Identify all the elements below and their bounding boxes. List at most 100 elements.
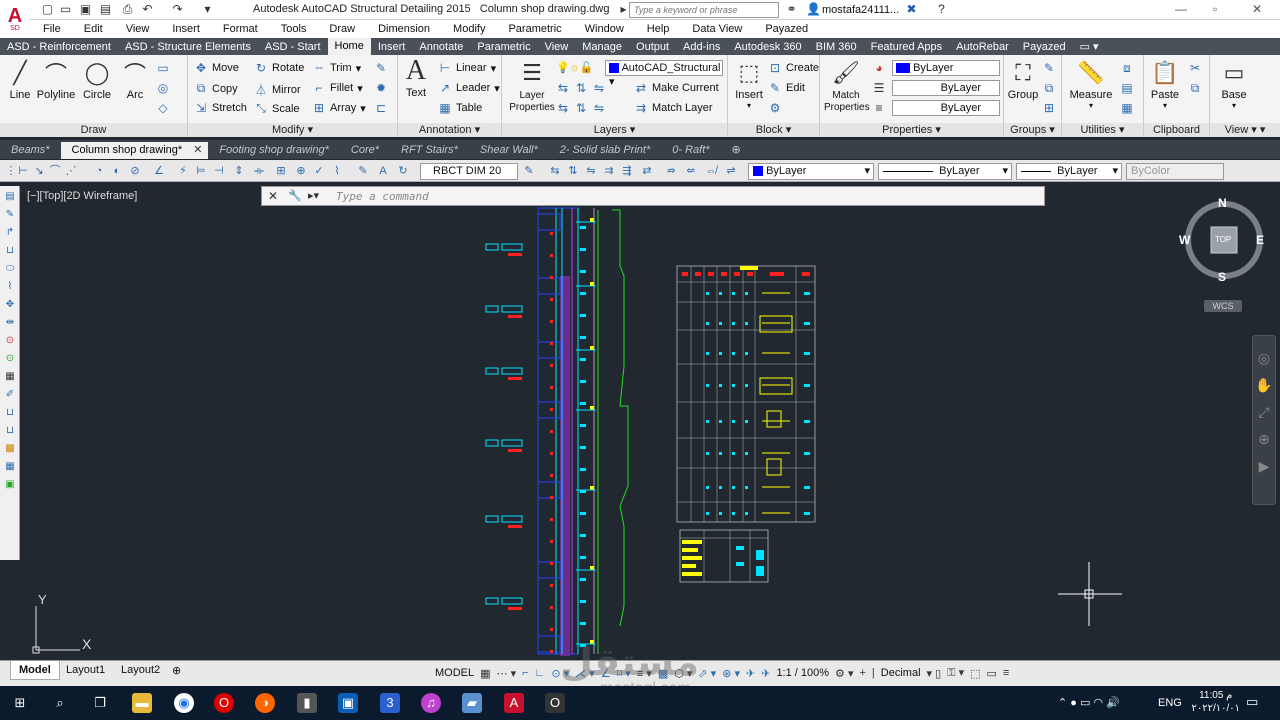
ribbon-tab-featured-apps[interactable]: Featured Apps — [864, 41, 950, 53]
steering-wheel-icon[interactable]: ◎ — [1253, 350, 1275, 367]
app-folder-icon[interactable]: ▰ — [462, 693, 482, 713]
undo-icon[interactable]: ↶ — [140, 2, 155, 17]
help-icon[interactable]: ? — [934, 2, 949, 17]
dim-ordinate-icon[interactable]: ⋰ — [64, 164, 78, 178]
user-icon[interactable]: 👤 — [806, 2, 821, 17]
ribbon-tab-manage[interactable]: Manage — [575, 41, 629, 53]
ribbon-tab-autorebar[interactable]: AutoRebar — [949, 41, 1016, 53]
menu-payazed[interactable]: Payazed — [752, 23, 818, 35]
copy-clip-icon[interactable]: ⧉ — [1188, 81, 1202, 96]
grid-icon[interactable]: ▦ — [480, 667, 490, 680]
dim-aligned-icon[interactable]: ↘ — [32, 164, 46, 178]
calculator-icon[interactable]: ▤ — [1120, 81, 1134, 95]
base-button[interactable]: ▭ Base ▾ — [1216, 59, 1252, 110]
color-dropdown[interactable]: ByLayer — [892, 60, 1000, 76]
clock[interactable]: 11:05 م ٢٠٢٢/١٠/٠١ — [1191, 689, 1240, 715]
explode-tool[interactable]: ✹ — [374, 81, 388, 95]
match-layer-button[interactable]: ⇉ Match Layer — [634, 101, 713, 115]
dimstyle-manager-icon[interactable]: ✎ — [522, 164, 536, 178]
wcs-menu[interactable]: WCS — [1204, 300, 1242, 312]
new-icon[interactable]: ▢ — [40, 2, 55, 17]
layer-tool-1-icon[interactable]: ⇆ — [548, 164, 562, 178]
layer-tool-9-icon[interactable]: ⇎ — [704, 164, 718, 178]
menu-help[interactable]: Help — [634, 23, 680, 35]
compass-east[interactable]: E — [1256, 233, 1264, 247]
annotation-scale[interactable]: 1:1 / 100% — [776, 667, 829, 679]
insert-block-button[interactable]: ⬚ Insert ▾ — [732, 59, 766, 110]
open-icon[interactable]: ▭ — [58, 2, 73, 17]
menu-parametric[interactable]: Parametric — [495, 23, 571, 35]
erase-tool[interactable]: ✎ — [374, 61, 388, 75]
opera-icon[interactable]: O — [214, 693, 234, 713]
ribbon-tab-annotate[interactable]: Annotate — [412, 41, 470, 53]
tool-15-icon[interactable]: ▩ — [3, 442, 17, 456]
search-icon[interactable]: ⌕ — [50, 693, 70, 713]
linetype-icon[interactable]: ☰ — [872, 81, 886, 95]
doc-tab[interactable]: RFT Stairs* — [390, 142, 469, 159]
plot-icon[interactable]: ⎙ — [120, 2, 135, 17]
chrome-icon[interactable]: ◉ — [174, 693, 194, 713]
isolate-objects-icon[interactable]: ⬚ — [970, 667, 980, 680]
color-wheel-icon[interactable]: ◕ — [872, 61, 886, 75]
ribbon-tab-bim-360[interactable]: BIM 360 — [809, 41, 864, 53]
tool-7-icon[interactable]: ✥ — [3, 298, 17, 312]
infer-icon[interactable]: ⌐ — [522, 667, 528, 679]
compass-north[interactable]: N — [1218, 196, 1227, 210]
menu-data-view[interactable]: Data View — [679, 23, 752, 35]
group-edit-icon[interactable]: ⧉ — [1042, 81, 1056, 96]
exchange-icon[interactable]: ✖ — [904, 2, 919, 17]
block-panel-label[interactable]: Block ▾ — [728, 123, 819, 137]
add-layout-icon[interactable]: ⊕ — [172, 664, 181, 677]
tool-3-icon[interactable]: ↱ — [3, 226, 17, 240]
dim-text-edit-icon[interactable]: A — [376, 164, 390, 178]
tool-6-icon[interactable]: ⌇ — [3, 280, 17, 294]
groups-panel-label[interactable]: Groups ▾ — [1004, 123, 1061, 137]
customization-icon[interactable]: ≡ — [1003, 667, 1009, 679]
file-explorer-icon[interactable]: ▬ — [132, 693, 152, 713]
clipboard-panel-label[interactable]: Clipboard — [1144, 123, 1209, 137]
layer-state-icons[interactable]: 💡☼🔓 — [556, 61, 593, 74]
cut-icon[interactable]: ✂ — [1188, 61, 1202, 75]
layer-tool-3-icon[interactable]: ⇋ — [584, 164, 598, 178]
pan-icon[interactable]: ✋ — [1253, 377, 1275, 394]
block-attribute-button[interactable]: ⚙ — [768, 101, 782, 115]
layer-tool-4-icon[interactable]: ⇉ — [602, 164, 616, 178]
doc-tab[interactable]: 2- Solid slab Print* — [549, 142, 662, 159]
layer-tool-7-icon[interactable]: ⇏ — [664, 164, 678, 178]
quickselect-icon[interactable]: ⧈ — [1120, 61, 1134, 76]
rotate-button[interactable]: ↻ Rotate — [254, 61, 304, 75]
layer-tool-2-icon[interactable]: ⇅ — [566, 164, 580, 178]
close-icon[interactable]: ✕ — [268, 189, 278, 203]
ribbon-tab-asd-start[interactable]: ASD - Start — [258, 41, 328, 53]
dim-angular-icon[interactable]: ∠ — [152, 164, 166, 178]
menu-window[interactable]: Window — [572, 23, 634, 35]
lineweight-icon[interactable]: ≡ — [872, 101, 886, 115]
layer-tool-5-icon[interactable]: ⇶ — [620, 164, 634, 178]
group-button[interactable]: ⛶ Group — [1006, 59, 1040, 101]
scale-button[interactable]: ⤡ Scale — [254, 101, 299, 116]
3d-osnap-icon[interactable]: ⬀ ▾ — [698, 667, 716, 680]
tool-2-icon[interactable]: ✎ — [3, 208, 17, 222]
ribbon-tab-parametric[interactable]: Parametric — [470, 41, 537, 53]
trim-button[interactable]: ╌ Trim ▾ — [312, 61, 361, 75]
line-button[interactable]: ╱ Line — [6, 59, 34, 101]
layer-tool-6-icon[interactable]: ⇄ — [640, 164, 654, 178]
properties-panel-label[interactable]: Properties ▾ — [820, 123, 1003, 137]
annotation-monitor-icon[interactable]: + — [859, 667, 865, 679]
ribbon-tab-output[interactable]: Output — [629, 41, 676, 53]
menu-view[interactable]: View — [113, 23, 160, 35]
windows-start-icon[interactable]: ⊞ — [10, 693, 30, 713]
modify-panel-label[interactable]: Modify ▾ — [188, 123, 397, 137]
dim-radius-icon[interactable]: ◔ — [92, 164, 106, 178]
polyline-button[interactable]: ⌒ Polyline — [36, 59, 76, 101]
app-o-icon[interactable]: O — [545, 693, 565, 713]
group-select-icon[interactable]: ⊞ — [1042, 101, 1056, 115]
measure-button[interactable]: 📏 Measure ▾ — [1066, 59, 1116, 110]
minimize-icon[interactable]: — — [1175, 2, 1187, 16]
dim-update-icon[interactable]: ↻ — [396, 164, 410, 178]
layer-properties-button[interactable]: ☰ Layer Properties — [508, 59, 556, 113]
tool-10-icon[interactable]: ⊙ — [3, 352, 17, 366]
utilities-panel-label[interactable]: Utilities ▾ — [1062, 123, 1143, 137]
search-input[interactable]: Type a keyword or phrase — [629, 2, 779, 18]
tool-12-icon[interactable]: ✐ — [3, 388, 17, 402]
